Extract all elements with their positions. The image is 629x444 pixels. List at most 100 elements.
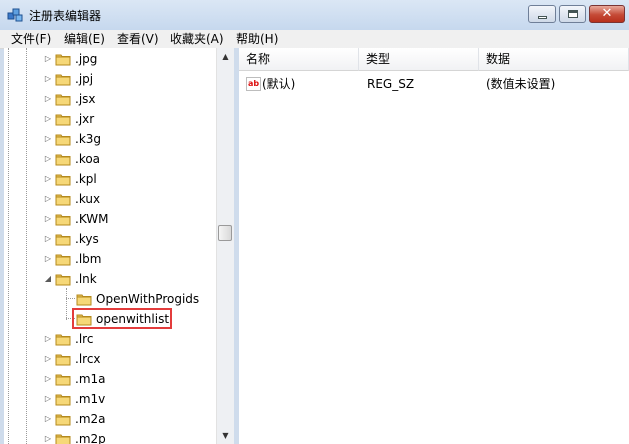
folder-icon (76, 292, 92, 306)
tree-item-label: .m2a (75, 412, 106, 426)
menu-help[interactable]: 帮助(H) (236, 31, 278, 47)
tree-item[interactable]: ▷ .m1a (4, 369, 218, 389)
menu-edit[interactable]: 编辑(E) (64, 31, 105, 47)
folder-icon (55, 412, 71, 426)
expand-arrow-icon[interactable]: ▷ (44, 235, 52, 243)
tree-item[interactable]: ▷ .kpl (4, 169, 218, 189)
folder-icon (55, 232, 71, 246)
folder-icon (55, 372, 71, 386)
expand-arrow-icon[interactable]: ▷ (44, 215, 52, 223)
tree-item[interactable]: ▷ .kux (4, 189, 218, 209)
maximize-button[interactable] (559, 5, 586, 23)
expand-arrow-icon[interactable]: ▷ (44, 115, 52, 123)
tree-item-label: .m2p (75, 432, 106, 444)
tree-item[interactable]: ▷ .k3g (4, 129, 218, 149)
tree-item-label: OpenWithProgids (96, 292, 200, 306)
tree-scrollbar[interactable]: ▲ ▼ (216, 48, 234, 444)
expand-arrow-icon[interactable]: ▷ (44, 435, 52, 443)
title-bar: 注册表编辑器 ✕ (0, 0, 629, 30)
close-button[interactable]: ✕ (589, 5, 625, 23)
tree-item[interactable]: ▷ .lrcx (4, 349, 218, 369)
tree-item[interactable]: ▷ .m2p (4, 429, 218, 444)
tree-item-label: .koa (75, 152, 101, 166)
expand-arrow-icon[interactable]: ▷ (44, 175, 52, 183)
close-icon: ✕ (601, 6, 613, 21)
tree-item[interactable]: ▷ .lbm (4, 249, 218, 269)
tree-item-label: .jsx (75, 92, 96, 106)
folder-icon (55, 432, 71, 444)
collapse-arrow-icon[interactable]: ◢ (44, 275, 52, 283)
selected-key-highlight (72, 308, 172, 329)
expand-arrow-icon[interactable]: ▷ (44, 415, 52, 423)
column-header-type[interactable]: 类型 (359, 48, 479, 71)
expand-arrow-icon[interactable]: ▷ (44, 395, 52, 403)
registry-tree: ▷ .jpg ▷ .jpj ▷ .jsx ▷ .jxr ▷ .k3g ▷ .koa ▷ .kpl ▷ .kux… (4, 48, 234, 444)
tree-item[interactable]: OpenWithProgids (4, 289, 218, 309)
folder-icon (55, 152, 71, 166)
tree-item-label: .lnk (75, 272, 97, 286)
tree-item-label: .jpj (75, 72, 94, 86)
folder-icon (55, 392, 71, 406)
minimize-button[interactable] (528, 5, 556, 23)
expand-arrow-icon[interactable]: ▷ (44, 195, 52, 203)
column-header-data[interactable]: 数据 (479, 48, 629, 71)
tree-item[interactable]: ▷ .jsx (4, 89, 218, 109)
tree-item[interactable]: ▷ .m2a (4, 409, 218, 429)
tree-item-label: .k3g (75, 132, 102, 146)
value-type: REG_SZ (367, 77, 415, 91)
expand-arrow-icon[interactable]: ▷ (44, 95, 52, 103)
menu-file[interactable]: 文件(F) (11, 31, 51, 47)
tree-item[interactable]: ▷ .jxr (4, 109, 218, 129)
folder-icon (55, 112, 71, 126)
tree-item-label: .m1a (75, 372, 106, 386)
menu-favorites[interactable]: 收藏夹(A) (170, 31, 224, 47)
expand-arrow-icon[interactable]: ▷ (44, 155, 52, 163)
values-list: 名称 类型 数据 ab (默认) REG_SZ (数值未设置) (239, 48, 629, 444)
value-name: (默认) (262, 77, 296, 91)
folder-icon (55, 52, 71, 66)
tree-item[interactable]: ▷ .m1v (4, 389, 218, 409)
tree-item[interactable]: ▷ .lrc (4, 329, 218, 349)
scroll-up-icon[interactable]: ▲ (217, 48, 234, 65)
expand-arrow-icon[interactable]: ▷ (44, 335, 52, 343)
folder-icon (55, 332, 71, 346)
tree-item-label: .jpg (75, 52, 98, 66)
tree-item-label: .lrcx (75, 352, 101, 366)
column-header-name[interactable]: 名称 (239, 48, 359, 71)
folder-icon (55, 192, 71, 206)
folder-icon (55, 172, 71, 186)
expand-arrow-icon[interactable]: ▷ (44, 255, 52, 263)
string-value-icon: ab (246, 77, 261, 91)
tree-item-label: .m1v (75, 392, 106, 406)
folder-icon (55, 272, 71, 286)
expand-arrow-icon[interactable]: ▷ (44, 55, 52, 63)
tree-item[interactable]: ◢ .lnk (4, 269, 218, 289)
folder-icon (55, 132, 71, 146)
tree-item[interactable]: ▷ .jpj (4, 69, 218, 89)
tree-item-label: .lrc (75, 332, 94, 346)
expand-arrow-icon[interactable]: ▷ (44, 135, 52, 143)
tree-item[interactable]: ▷ .jpg (4, 49, 218, 69)
tree-item-label: .KWM (75, 212, 109, 226)
expand-arrow-icon[interactable]: ▷ (44, 75, 52, 83)
folder-icon (55, 92, 71, 106)
tree-item-label: .kpl (75, 172, 97, 186)
tree-item-label: .jxr (75, 112, 95, 126)
tree-item[interactable]: ▷ .koa (4, 149, 218, 169)
scrollbar-thumb[interactable] (218, 225, 232, 241)
menu-bar: 文件(F) 编辑(E) 查看(V) 收藏夹(A) 帮助(H) (0, 30, 629, 49)
folder-icon (55, 352, 71, 366)
menu-view[interactable]: 查看(V) (117, 31, 159, 47)
tree-item[interactable]: ▷ .kys (4, 229, 218, 249)
folder-icon (55, 72, 71, 86)
folder-icon (55, 212, 71, 226)
tree-item-label: .kux (75, 192, 101, 206)
value-data: (数值未设置) (486, 77, 556, 91)
scroll-down-icon[interactable]: ▼ (217, 427, 234, 444)
expand-arrow-icon[interactable]: ▷ (44, 375, 52, 383)
window-title: 注册表编辑器 (29, 9, 102, 23)
expand-arrow-icon[interactable]: ▷ (44, 355, 52, 363)
tree-item[interactable]: ▷ .KWM (4, 209, 218, 229)
registry-app-icon (7, 8, 23, 22)
tree-item-label: .kys (75, 232, 99, 246)
